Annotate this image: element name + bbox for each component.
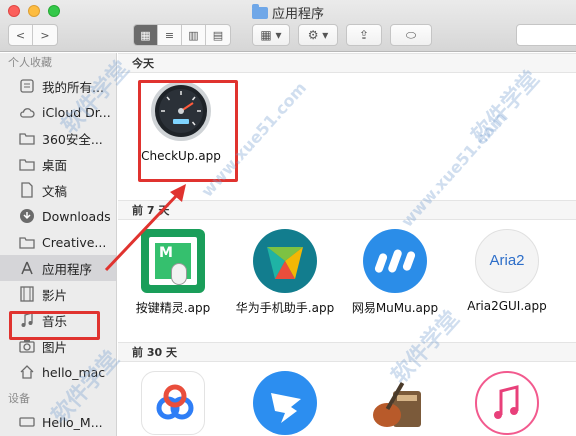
red-pointer-arrow [104, 184, 186, 272]
